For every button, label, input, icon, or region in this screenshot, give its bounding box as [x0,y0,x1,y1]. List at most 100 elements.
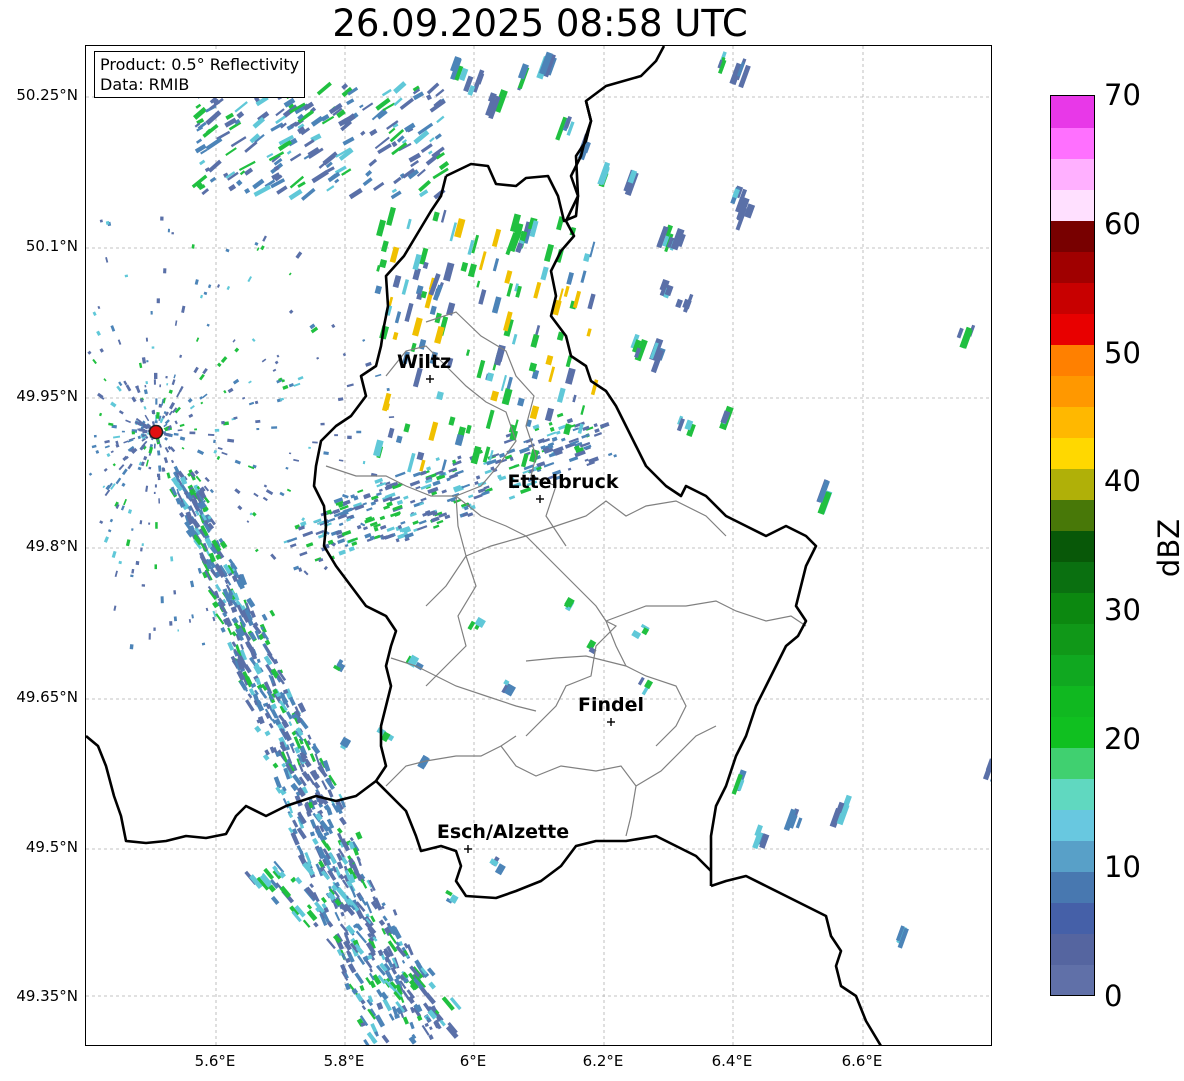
echo-cell [380,240,389,253]
echo-cell [362,338,366,342]
echo-cell [331,323,336,329]
echo-cell [537,437,546,444]
echo-cell [379,515,386,521]
echo-cell [262,235,267,242]
echo-cell [265,489,274,496]
echo-cell [365,361,372,367]
colorbar-tick: 60 [1104,207,1141,241]
echo-cell [166,472,171,479]
echo-cell [282,384,289,390]
echo-cell [123,380,128,386]
echo-cell [501,388,513,406]
echo-cell [548,421,553,426]
echo-cell [292,819,299,828]
colorbar-segment [1051,623,1094,655]
colorbar-segment [1051,437,1094,469]
echo-cell [286,150,292,155]
echo-cell [320,896,327,904]
echo-cell [342,136,355,146]
lon-tick-label: 6.6°E [841,1052,883,1070]
echo-cell [555,430,561,435]
echo-cell [234,101,248,113]
echo-cell [546,431,557,437]
colorbar-segment [1051,530,1094,562]
echo-cell [264,749,270,756]
echo-cell [373,181,385,191]
echo-cell [368,158,378,167]
echo-cell [307,734,312,740]
echo-cell [170,556,174,562]
echo-cell [158,443,162,448]
lat-tick-label: 49.8°N [25,537,78,555]
colorbar-segment [1051,499,1094,531]
echo-cell [165,375,168,379]
echo-cell [396,499,404,506]
echo-cell [486,458,497,466]
echo-cell [220,627,226,633]
echo-cell [369,968,373,973]
echo-cell [341,83,349,90]
echo-cell [584,458,589,462]
echo-cell [169,621,173,626]
echo-cell [309,831,316,837]
echo-cell [254,400,259,405]
echo-cell [429,305,437,316]
echo-cell [470,445,482,465]
echo-cell [473,493,483,500]
lat-tick-label: 49.35°N [16,987,78,1005]
echo-cell [160,596,164,604]
echo-cell [227,438,235,443]
colorbar-segment [1051,840,1094,872]
echo-cell [428,150,433,155]
echo-cell [288,721,293,727]
echo-cell [163,457,169,464]
echo-cell [252,178,265,190]
echo-cell [115,443,120,448]
lat-tick-label: 49.65°N [16,688,78,706]
echo-cell [494,353,504,366]
echo-cell [131,431,135,435]
data-source-label: Data: RMIB [100,75,190,94]
echo-cell [288,382,295,388]
colorbar-segment [1051,964,1094,995]
echo-cell [476,359,486,379]
echo-cell [203,291,208,296]
echo-cell [216,284,221,288]
echo-cell [309,883,315,889]
echo-cell [169,401,176,410]
colorbar-segment [1051,871,1094,903]
colorbar-segment [1051,96,1094,128]
colorbar-segment [1051,127,1094,159]
echo-cell [275,108,285,117]
colorbar-tick: 10 [1104,850,1141,884]
echo-cell [88,472,93,476]
echo-cell [290,121,298,128]
echo-cell [407,452,416,473]
echo-cell [207,433,215,436]
echo-cell [404,302,414,322]
echo-cell [173,616,178,622]
echo-cell [139,520,143,525]
echo-cell [237,505,243,511]
echo-cell [242,396,246,400]
echo-cell [420,497,427,502]
echo-cell [207,284,212,289]
echo-cell [346,383,354,388]
echo-cell [637,676,645,686]
echo-cell [244,141,258,153]
echo-cell [113,605,117,611]
echo-cell [386,206,396,226]
echo-cell [145,485,149,492]
echo-cell [108,422,114,427]
echo-cell [504,270,513,284]
echo-cell [334,434,339,437]
echo-cell [400,521,406,525]
echo-cell [213,449,218,454]
echo-cell [96,330,101,336]
echo-cell [256,658,261,664]
echo-cell [232,378,240,385]
echo-cell [361,102,374,111]
echo-cell [556,412,564,418]
echo-cell [484,469,492,475]
echo-cell [288,452,292,455]
